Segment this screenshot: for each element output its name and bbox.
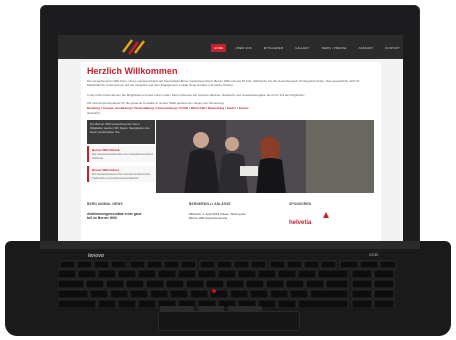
box-text-aktuell: Die Gewerbetreibenden der Gewerbeverband… [92, 152, 153, 160]
column-body-anlaesse[interactable]: Mittwoch, 1. April 2015 Anlass. Sitzung … [189, 212, 249, 220]
intro-paragraph-3: Wir sind Ansprechpartner für die gesamte… [87, 101, 225, 105]
nav-item-ueber-uns[interactable]: ÜBER UNS [232, 44, 254, 52]
nav-item-news[interactable]: NEWS / PRESSE [319, 44, 350, 52]
logo[interactable] [120, 38, 148, 56]
column-title-news: BERN ANIMAL NEWS [87, 202, 123, 206]
overview-link[interactable]: Übersicht [87, 111, 372, 115]
model-label: X230 [369, 252, 379, 257]
column-title-anlaesse: BERNERWILLI ANLÄSSE [189, 202, 231, 206]
nav-item-mitglieder[interactable]: MITGLIEDER [261, 44, 286, 52]
sponsor-mark-icon [323, 212, 329, 218]
nav-item-gallery[interactable]: GALLERY [292, 44, 313, 52]
category-links[interactable]: Beratung / Gruppe: Ausbildung / Veransta… [87, 106, 372, 110]
keyboard[interactable] [57, 260, 398, 309]
screen: HOME ÜBER UNS MITGLIEDER GALLERY NEWS / … [58, 35, 403, 242]
nav-items: HOME ÜBER UNS MITGLIEDER GALLERY NEWS / … [211, 44, 403, 52]
box-text-anlass: Die Gewerbeverein Für Landesverband des … [92, 172, 151, 180]
intro-paragraph: Die Gewerbeverein Willi Anfer, Unser Lan… [87, 79, 360, 87]
touchpad[interactable] [158, 311, 300, 331]
keyboard-keys[interactable] [57, 260, 398, 309]
nav-item-home[interactable]: HOME [211, 44, 227, 52]
info-box-aktuell[interactable]: Berner Willi Aktuell Die Gewerbetreibend… [87, 146, 157, 162]
nav-item-anfahrt[interactable]: ANFAHRT [356, 44, 377, 52]
info-box-dark[interactable]: Die Berner Willi Gewerbeverein Kann Mitg… [87, 120, 155, 144]
top-nav: HOME ÜBER UNS MITGLIEDER GALLERY NEWS / … [58, 35, 403, 59]
page-title: Herzlich Willkommen [87, 66, 178, 76]
column-body-news[interactable]: Abstimmungsresultate erste ganz toll im … [87, 212, 147, 220]
nav-item-kontakt[interactable]: KONTAKT [382, 44, 403, 52]
hinge [40, 241, 420, 249]
sponsor-logo[interactable]: helvetia [289, 211, 329, 226]
intro-paragraph-2: In der nicht-Unternehmen die Möglichkeit… [87, 93, 306, 97]
trackpoint[interactable] [212, 289, 216, 293]
info-box-anlass[interactable]: Berner Willi Anlass Die Gewerbeverein Fü… [87, 166, 157, 182]
brand-label: lenovo [88, 253, 105, 259]
column-title-sponsoren: SPONSOREN [289, 202, 312, 206]
hero-photo [156, 120, 374, 193]
laptop-lid: HOME ÜBER UNS MITGLIEDER GALLERY NEWS / … [40, 5, 420, 248]
main-content: Herzlich Willkommen Die Gewerbeverein Wi… [81, 62, 381, 242]
sponsor-name: helvetia [289, 220, 312, 226]
